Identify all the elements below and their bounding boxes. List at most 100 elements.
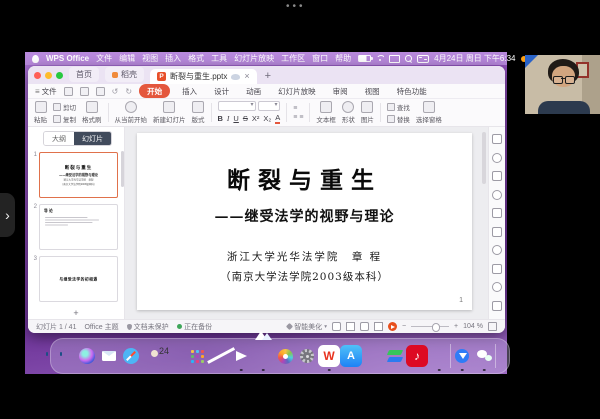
animation-pane-icon[interactable] bbox=[492, 171, 502, 181]
menu-window[interactable]: 窗口 bbox=[312, 53, 328, 64]
dock-wps-office-icon[interactable]: W bbox=[318, 345, 340, 367]
superscript-button[interactable]: X² bbox=[252, 114, 260, 123]
dock-calendar-icon[interactable]: 24 bbox=[164, 345, 186, 367]
dock-safari-icon[interactable] bbox=[120, 345, 142, 367]
expand-panel-button[interactable]: › bbox=[0, 193, 15, 237]
theme-status[interactable]: Office 主题 bbox=[84, 322, 118, 332]
tab-home[interactable]: 首页 bbox=[69, 67, 99, 82]
tab-slides[interactable]: 幻灯片 bbox=[74, 132, 111, 145]
dock-chevron-app-icon[interactable] bbox=[384, 345, 406, 367]
wifi-icon[interactable] bbox=[376, 55, 384, 62]
find-button[interactable]: 查找 bbox=[387, 102, 410, 112]
layout-button[interactable]: 版式 bbox=[192, 101, 205, 125]
close-tab-icon[interactable]: × bbox=[244, 72, 249, 81]
battery-icon[interactable] bbox=[358, 55, 371, 62]
dock-app-store-icon[interactable]: A bbox=[340, 345, 362, 367]
zoom-slider-knob[interactable] bbox=[432, 323, 441, 332]
shapes-button[interactable]: 形状 bbox=[342, 101, 355, 125]
dock-photos-icon[interactable] bbox=[274, 345, 296, 367]
menu-file[interactable]: 文件 bbox=[96, 53, 112, 64]
control-center-icon[interactable] bbox=[417, 55, 429, 63]
menu-edit[interactable]: 编辑 bbox=[119, 53, 135, 64]
tab-docer[interactable]: 稻壳 bbox=[105, 67, 144, 82]
menu-help[interactable]: 帮助 bbox=[335, 53, 351, 64]
format-painter-button[interactable]: 格式刷 bbox=[82, 101, 102, 125]
export-icon[interactable] bbox=[96, 87, 105, 96]
canvas-scrollbar[interactable] bbox=[482, 132, 486, 184]
font-color-button[interactable]: A bbox=[275, 113, 280, 124]
slide-thumbnail-1[interactable]: 断裂与重生 ——继受法学的视野与理论 浙江大学光华法学院 章程 （南京大学法学院… bbox=[39, 152, 118, 198]
menubar-datetime[interactable]: 4月24日 周日 下午6:34 bbox=[434, 53, 515, 64]
slide-thumbnail-3[interactable]: 与继受法学的初相遇 bbox=[39, 256, 118, 302]
dock-maps-icon[interactable] bbox=[208, 345, 230, 367]
spotlight-search-icon[interactable] bbox=[405, 55, 412, 62]
dock-wechat-icon[interactable] bbox=[473, 345, 495, 367]
dock-system-settings-icon[interactable] bbox=[296, 345, 318, 367]
slide-editor[interactable]: 断裂与重生 ——继受法学的视野与理论 浙江大学光华法学院 章 程 （南京大学法学… bbox=[137, 133, 472, 310]
paste-button[interactable]: 粘贴 bbox=[34, 101, 47, 125]
comment-pane-icon[interactable] bbox=[492, 190, 502, 200]
italic-button[interactable]: I bbox=[227, 114, 230, 123]
menu-tools[interactable]: 工具 bbox=[211, 53, 227, 64]
print-icon[interactable] bbox=[80, 87, 89, 96]
zoom-in-button[interactable]: + bbox=[454, 323, 458, 330]
dock-trash-icon[interactable] bbox=[496, 345, 518, 367]
start-slideshow-button[interactable] bbox=[388, 322, 397, 331]
task-pane-icon[interactable] bbox=[492, 134, 502, 144]
more-pane-icon[interactable] bbox=[492, 301, 502, 311]
video-call-window[interactable] bbox=[525, 55, 600, 114]
dock-finder-icon[interactable] bbox=[54, 345, 76, 367]
settings-pane-icon[interactable] bbox=[492, 245, 502, 255]
save-icon[interactable] bbox=[64, 87, 73, 96]
replace-button[interactable]: 替换 bbox=[387, 114, 410, 124]
slide-author-line2[interactable]: （南京大学法学院2003级本科） bbox=[137, 269, 472, 284]
zoom-slider[interactable] bbox=[411, 326, 449, 327]
slide-sorter-icon[interactable] bbox=[346, 322, 355, 331]
normal-view-icon[interactable] bbox=[332, 322, 341, 331]
menu-view[interactable]: 视图 bbox=[142, 53, 158, 64]
dock-mail-icon[interactable] bbox=[98, 345, 120, 367]
dock-notes-icon[interactable] bbox=[362, 345, 384, 367]
design-pane-icon[interactable] bbox=[492, 208, 502, 218]
protect-status[interactable]: 文档未保护 bbox=[127, 322, 169, 332]
close-window-button[interactable] bbox=[34, 72, 41, 79]
undo-icon[interactable]: ↺ bbox=[112, 87, 119, 96]
new-slide-button[interactable]: 新建幻灯片 bbox=[153, 101, 186, 125]
subscript-button[interactable]: X₂ bbox=[263, 114, 271, 123]
smart-beautify-button[interactable]: 智能美化 ▾ bbox=[287, 322, 327, 332]
selection-pane-button[interactable]: 选择窗格 bbox=[416, 101, 442, 125]
dock-paperplane-app-icon[interactable] bbox=[230, 345, 252, 367]
tab-document[interactable]: P 断裂与重生.pptx × bbox=[150, 69, 257, 84]
properties-icon[interactable] bbox=[492, 153, 502, 163]
ribbon-tab-animation[interactable]: 动画 bbox=[241, 85, 266, 98]
window-menu-dots[interactable]: ••• bbox=[286, 1, 306, 12]
notes-view-icon[interactable] bbox=[360, 322, 369, 331]
copy-button[interactable]: 复制 bbox=[53, 114, 76, 124]
zoom-level[interactable]: 104 % bbox=[463, 323, 483, 330]
ribbon-tab-features[interactable]: 特色功能 bbox=[392, 85, 432, 98]
dock-preview-app-icon[interactable] bbox=[428, 345, 450, 367]
dock-mountain-app-icon[interactable] bbox=[252, 345, 274, 367]
strikethrough-button[interactable]: S bbox=[243, 114, 248, 123]
ruler-pane-icon[interactable] bbox=[492, 264, 502, 274]
slide-thumbnail-2[interactable]: 导 论 bbox=[39, 204, 118, 250]
cut-button[interactable]: 剪切 bbox=[53, 102, 76, 112]
play-from-current-button[interactable]: 从当前开始 bbox=[115, 101, 148, 125]
fit-to-window-icon[interactable] bbox=[488, 322, 497, 331]
slide-author-line1[interactable]: 浙江大学光华法学院 章 程 bbox=[137, 249, 472, 264]
bold-button[interactable]: B bbox=[218, 114, 223, 123]
slide-subtitle[interactable]: ——继受法学的视野与理论 bbox=[137, 206, 472, 226]
panel-scrollbar[interactable] bbox=[121, 151, 124, 187]
bullet-list-button[interactable]: ≡ bbox=[293, 105, 303, 112]
help-pane-icon[interactable] bbox=[492, 282, 502, 292]
textbox-button[interactable]: 文本框 bbox=[316, 101, 336, 125]
minimize-window-button[interactable] bbox=[45, 72, 52, 79]
menu-format[interactable]: 格式 bbox=[188, 53, 204, 64]
redo-icon[interactable]: ↻ bbox=[125, 87, 132, 96]
new-tab-button[interactable]: + bbox=[265, 70, 271, 82]
file-menu-button[interactable]: ≡ 文件 bbox=[35, 86, 57, 97]
font-family-select[interactable] bbox=[218, 101, 256, 111]
slide-title[interactable]: 断裂与重生 bbox=[137, 161, 472, 195]
menu-insert[interactable]: 插入 bbox=[165, 53, 181, 64]
backup-status[interactable]: 正在备份 bbox=[177, 322, 213, 332]
